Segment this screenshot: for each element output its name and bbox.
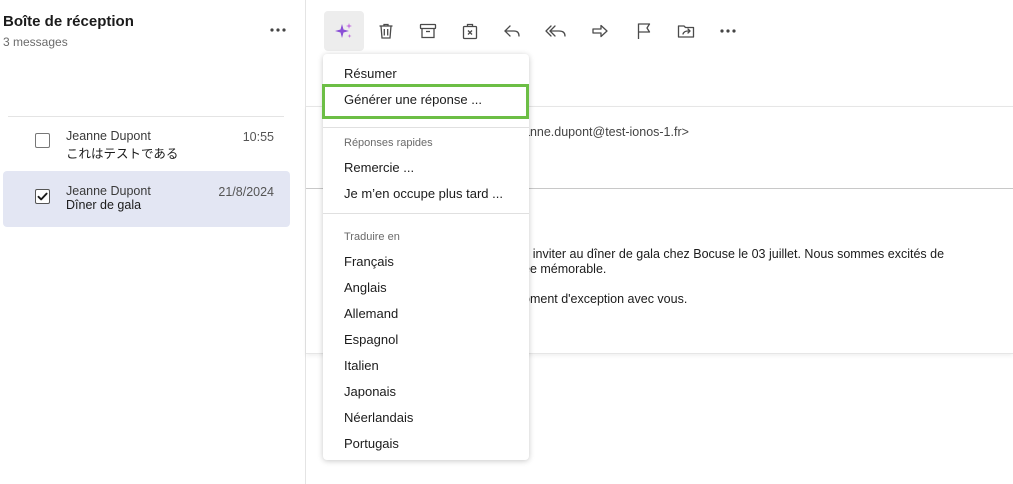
- menu-item-quick-reply[interactable]: Remercie ...: [344, 160, 414, 175]
- menu-item-language[interactable]: Espagnol: [344, 332, 398, 347]
- message-sender: Jeanne Dupont: [66, 184, 151, 198]
- more-horizontal-icon: [720, 29, 736, 33]
- flag-icon: [637, 23, 651, 39]
- email-body-line: [523, 277, 944, 292]
- message-list-pane: Boîte de réception 3 messages Jeanne Dup…: [0, 0, 306, 484]
- reply-all-icon: [545, 25, 566, 37]
- menu-divider: [323, 213, 529, 214]
- message-time: 10:55: [242, 130, 274, 144]
- folder-title: Boîte de réception: [3, 13, 134, 30]
- menu-divider: [323, 127, 529, 128]
- email-body-line: oment d'exception avec vous.: [523, 292, 688, 306]
- menu-item-language[interactable]: Français: [344, 254, 394, 269]
- more-horizontal-icon[interactable]: [268, 20, 288, 40]
- forward-icon: [592, 24, 608, 38]
- reply-all-button[interactable]: [536, 11, 576, 51]
- message-checkbox[interactable]: [35, 133, 50, 148]
- ai-sparkle-button[interactable]: [324, 11, 364, 51]
- menu-item-language[interactable]: Néerlandais: [344, 410, 413, 425]
- menu-item-quick-reply[interactable]: Je m’en occupe plus tard ...: [344, 186, 503, 201]
- archive-icon: [419, 23, 437, 39]
- email-from: anne.dupont@test-ionos-1.fr>: [523, 125, 689, 139]
- more-actions-button[interactable]: [708, 11, 748, 51]
- move-folder-icon: [677, 25, 695, 38]
- message-time: 21/8/2024: [218, 185, 274, 199]
- archive-button[interactable]: [408, 11, 448, 51]
- trash-icon: [379, 23, 393, 39]
- menu-section-quick-replies: Réponses rapides: [344, 137, 433, 149]
- menu-item-language[interactable]: Anglais: [344, 280, 387, 295]
- list-item[interactable]: Jeanne Dupont Dîner de gala 21/8/2024: [3, 171, 290, 227]
- reply-button[interactable]: [492, 11, 532, 51]
- list-divider: [8, 116, 284, 117]
- delete-button[interactable]: [366, 11, 406, 51]
- message-sender: Jeanne Dupont: [66, 129, 151, 143]
- flag-button[interactable]: [624, 11, 664, 51]
- message-checkbox[interactable]: [35, 189, 50, 204]
- email-body-line: s inviter au dîner de gala chez Bocuse l…: [523, 247, 945, 261]
- menu-item-language[interactable]: Allemand: [344, 306, 398, 321]
- menu-item-language[interactable]: Italien: [344, 358, 379, 373]
- message-subject: これはテストである: [66, 147, 179, 161]
- ai-sparkle-icon: [335, 23, 352, 38]
- spam-icon: [462, 23, 478, 40]
- menu-section-translate: Traduire en: [344, 231, 400, 243]
- move-folder-button[interactable]: [666, 11, 706, 51]
- check-icon: [37, 192, 48, 201]
- forward-button[interactable]: [580, 11, 620, 51]
- menu-item-language[interactable]: Portugais: [344, 436, 399, 451]
- menu-item-language[interactable]: Japonais: [344, 384, 396, 399]
- reply-icon: [504, 25, 520, 37]
- list-item[interactable]: Jeanne Dupont これはテストである 10:55: [3, 118, 290, 174]
- spam-button[interactable]: [450, 11, 490, 51]
- email-body-line: ée mémorable.: [523, 262, 607, 276]
- menu-item-summarize[interactable]: Résumer: [344, 66, 397, 81]
- highlight-box: [322, 84, 529, 119]
- email-body: s inviter au dîner de gala chez Bocuse l…: [523, 247, 944, 307]
- message-count: 3 messages: [3, 35, 68, 49]
- message-subject: Dîner de gala: [66, 198, 142, 212]
